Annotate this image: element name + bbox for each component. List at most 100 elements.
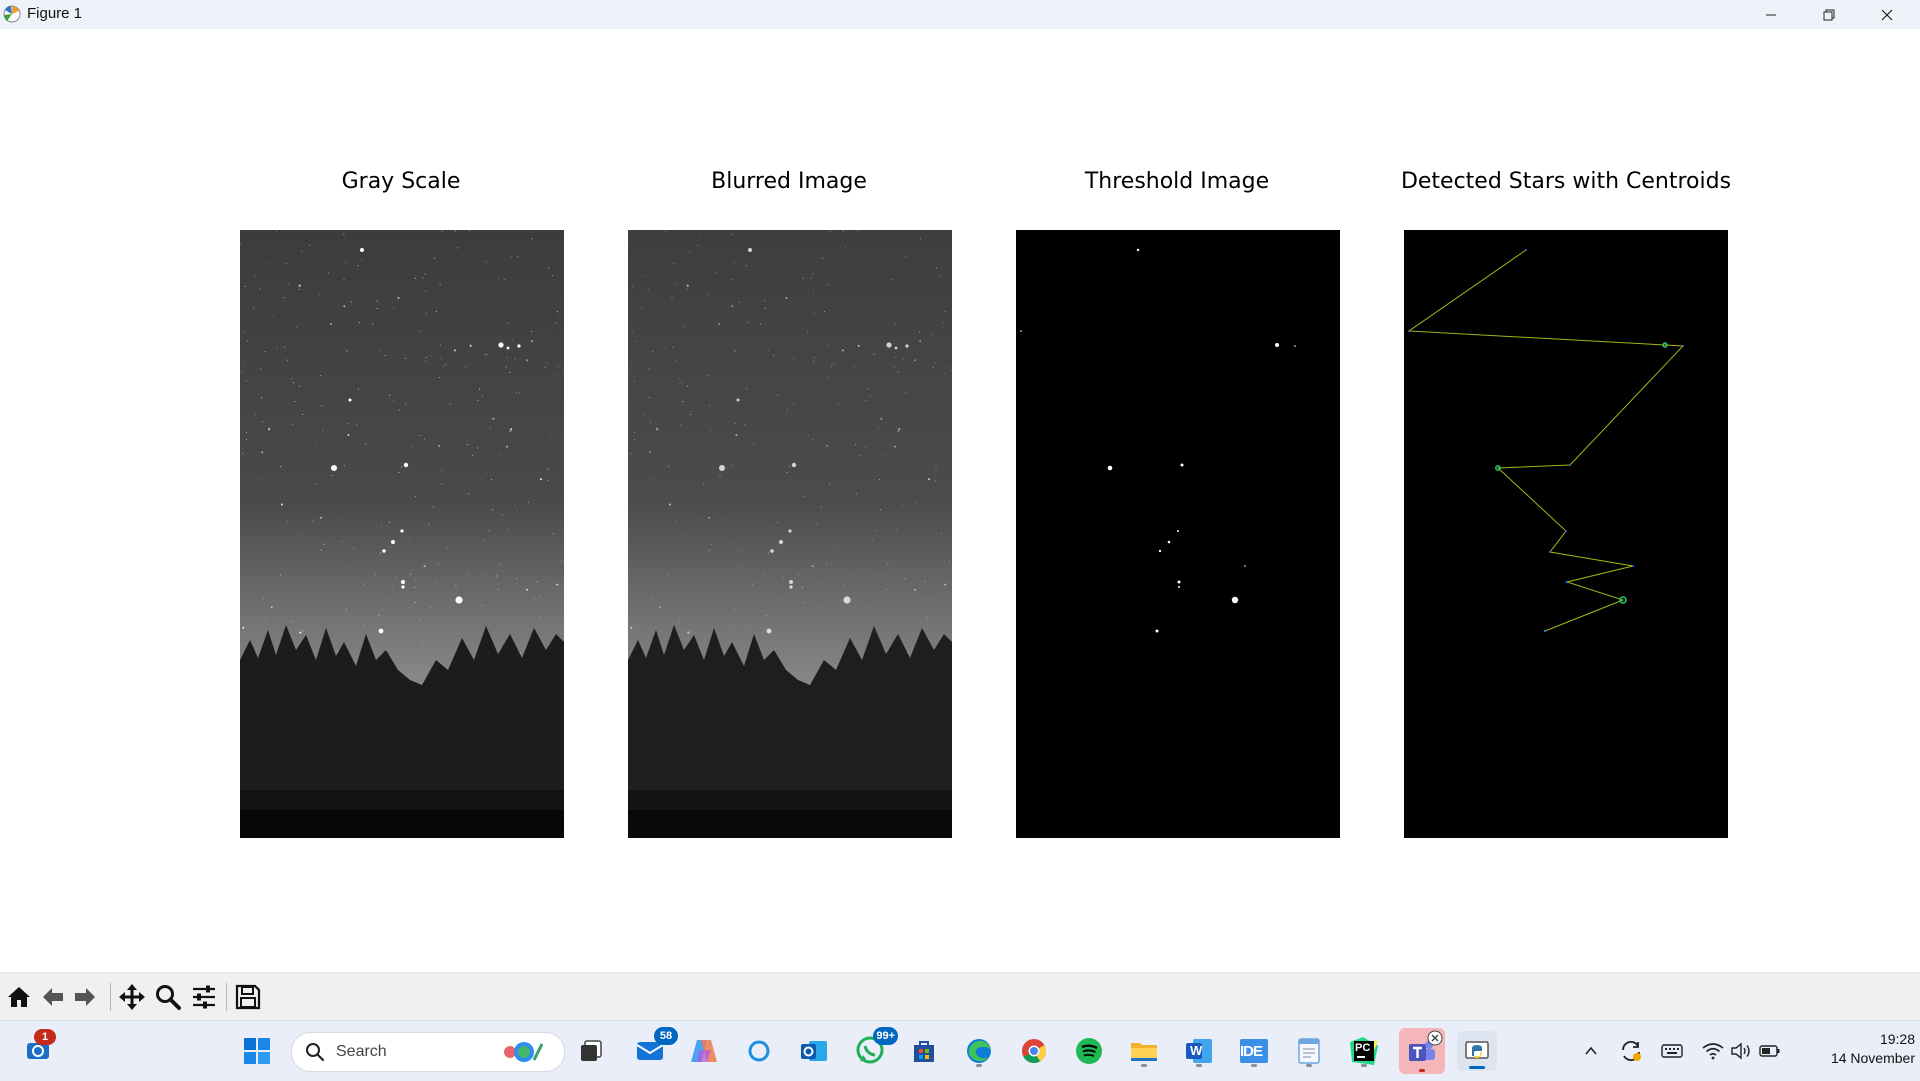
task-view-button[interactable] [574, 1033, 610, 1069]
star [894, 356, 896, 358]
star [647, 288, 649, 290]
star [276, 231, 278, 233]
star [932, 366, 934, 368]
star [678, 378, 680, 380]
file-explorer-taskbar-button[interactable] [1126, 1033, 1162, 1069]
star [730, 541, 732, 542]
whatsapp-taskbar-button[interactable]: 99+ [852, 1027, 898, 1069]
home-button[interactable] [4, 981, 34, 1013]
star [311, 519, 313, 521]
star [763, 573, 764, 575]
star [519, 652, 521, 654]
star [907, 652, 909, 654]
edge-taskbar-button[interactable] [961, 1033, 997, 1069]
configure-subplots-button[interactable] [189, 981, 219, 1013]
star [673, 263, 675, 264]
store-taskbar-button[interactable] [906, 1033, 942, 1069]
bright-star [403, 462, 409, 468]
star [668, 466, 670, 468]
start-button[interactable] [239, 1033, 275, 1069]
sync-tray-button[interactable] [1616, 1033, 1646, 1069]
star [556, 310, 558, 312]
star [675, 359, 677, 361]
star [346, 349, 348, 351]
star [255, 414, 257, 416]
star [914, 359, 916, 362]
outlook-mobile-taskbar-button[interactable]: 1 [20, 1029, 56, 1069]
mail-taskbar-button[interactable]: 58 [632, 1027, 678, 1069]
star [546, 362, 548, 364]
star [897, 371, 899, 373]
star [283, 297, 285, 299]
copilot-taskbar-button[interactable] [686, 1033, 722, 1069]
ide-taskbar-button[interactable]: IDE [1236, 1033, 1272, 1069]
star [826, 444, 829, 447]
forward-button[interactable] [70, 981, 100, 1013]
file-explorer-icon [1131, 1043, 1157, 1061]
star [358, 388, 359, 390]
star [931, 334, 933, 336]
star [699, 237, 701, 239]
star [264, 618, 266, 620]
close-button[interactable] [1858, 0, 1916, 29]
pycharm-taskbar-button[interactable]: PC [1346, 1033, 1382, 1069]
star [877, 427, 879, 429]
wifi-tray-button[interactable] [1698, 1033, 1728, 1069]
star [703, 483, 704, 485]
running-indicator [1419, 1069, 1425, 1072]
star [424, 438, 426, 440]
pan-button[interactable] [117, 981, 147, 1013]
star [630, 452, 632, 454]
star [346, 351, 348, 353]
star [298, 385, 300, 387]
star [393, 400, 394, 402]
star [884, 575, 886, 577]
restore-button[interactable] [1800, 0, 1858, 29]
star [260, 368, 262, 370]
window-title-bar: Figure 1 [0, 0, 1920, 30]
cortana-taskbar-button[interactable] [741, 1033, 777, 1069]
keyboard-icon [1661, 1044, 1683, 1058]
star [726, 516, 728, 518]
star [811, 565, 814, 568]
taskbar-clock[interactable]: 19:28 14 November [1790, 1031, 1915, 1066]
back-button[interactable] [38, 981, 68, 1013]
star [260, 478, 262, 480]
star [389, 521, 391, 523]
outlook-taskbar-button[interactable] [796, 1033, 832, 1069]
star [497, 588, 499, 590]
save-button[interactable] [233, 981, 263, 1013]
star [779, 586, 781, 588]
star [516, 392, 518, 394]
minimize-button[interactable] [1742, 0, 1800, 29]
star [280, 503, 283, 506]
teams-taskbar-button[interactable] [1399, 1028, 1445, 1074]
bright-star [378, 628, 384, 634]
zoom-button[interactable] [153, 981, 183, 1013]
star [280, 574, 282, 576]
star [419, 618, 421, 620]
star [919, 331, 921, 333]
star [430, 607, 431, 609]
subplot-title-gray-scale: Gray Scale [341, 169, 461, 194]
battery-tray-button[interactable] [1756, 1033, 1784, 1069]
star [867, 388, 869, 390]
chrome-taskbar-button[interactable] [1016, 1033, 1052, 1069]
star [652, 351, 654, 353]
star [731, 305, 734, 308]
notepad-taskbar-button[interactable] [1291, 1033, 1327, 1069]
word-taskbar-button[interactable]: W [1181, 1033, 1217, 1069]
star [744, 424, 746, 426]
star [890, 514, 892, 516]
python-taskbar-button[interactable] [1457, 1031, 1497, 1071]
figure-canvas[interactable]: Gray Scale Blurred Image Threshold Image… [0, 29, 1920, 972]
show-hidden-icons-button[interactable] [1576, 1033, 1606, 1069]
star [242, 452, 244, 454]
volume-tray-button[interactable] [1727, 1033, 1755, 1069]
keyboard-tray-button[interactable] [1657, 1033, 1687, 1069]
star [398, 472, 400, 473]
spotify-taskbar-button[interactable] [1071, 1033, 1107, 1069]
star [681, 382, 682, 384]
star [812, 273, 814, 275]
taskbar-search-box[interactable]: Search [291, 1032, 565, 1072]
